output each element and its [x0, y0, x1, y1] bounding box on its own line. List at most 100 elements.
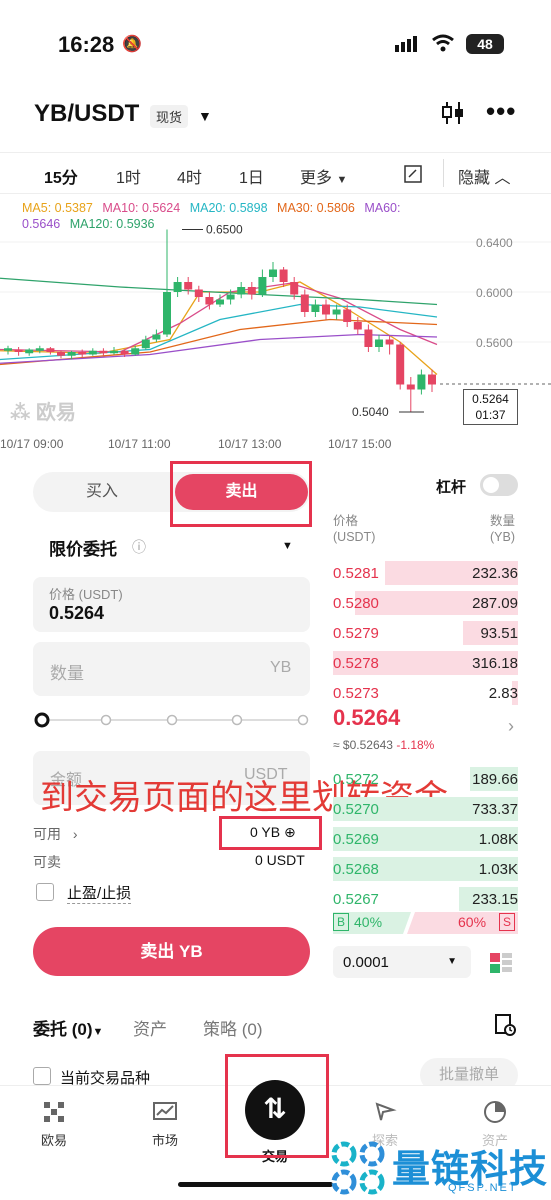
candle-body	[396, 344, 405, 385]
row-qty: 189.66	[472, 771, 518, 788]
info-icon[interactable]: ⓘ	[132, 537, 146, 557]
ob-price-unit: (USDT)	[333, 530, 376, 544]
candle-body	[428, 374, 436, 385]
x-tick-label: 10/17 15:00	[328, 437, 392, 451]
chevron-right-icon[interactable]: ›	[508, 716, 514, 737]
row-price: 0.5281	[333, 565, 379, 582]
tf-1d[interactable]: 1日	[239, 164, 264, 188]
candle-body	[311, 304, 320, 312]
ask-row[interactable]: 0.5279 93.51	[333, 621, 518, 645]
candle-body	[258, 277, 267, 295]
ask-row[interactable]: 0.5281 232.36	[333, 561, 518, 585]
book-layout-icon[interactable]	[489, 951, 513, 975]
candle-body	[25, 349, 34, 354]
last-price: 0.5264	[333, 705, 401, 730]
candle-body	[184, 282, 193, 290]
chevron-up-icon: ︿	[494, 170, 511, 187]
status-time: 16:28	[58, 32, 115, 57]
candle-body	[67, 352, 76, 356]
ma60-label: MA60:	[364, 201, 401, 215]
caret-down-icon: ▼	[92, 1026, 104, 1038]
tpsl-label[interactable]: 止盈/止损	[67, 882, 132, 904]
tab-assets[interactable]: 资产	[133, 1015, 167, 1040]
signal-icon	[395, 36, 417, 52]
nav-market[interactable]: 市场	[125, 1100, 205, 1149]
current-pair-checkbox[interactable]	[33, 1067, 51, 1085]
bid-row[interactable]: 0.5272 189.66	[333, 767, 518, 791]
ask-row[interactable]: 0.5273 2.83	[333, 681, 518, 705]
ma30-label: MA30: 0.5806	[277, 201, 355, 215]
candle-body	[141, 339, 150, 349]
pair-title[interactable]: YB/USDT	[34, 100, 139, 128]
caret-down-icon[interactable]: ▼	[198, 108, 212, 124]
candle-body	[78, 352, 87, 355]
last-price-usd: ≈ $0.52643 -1.18%	[333, 738, 434, 752]
ob-price-header: 价格	[333, 514, 359, 528]
tf-15m[interactable]: 15分	[44, 164, 78, 188]
market-type-badge: 现货	[150, 105, 189, 128]
candle-body	[88, 350, 97, 355]
row-price: 0.5273	[333, 685, 379, 702]
watermark-label: 欧易	[36, 402, 77, 424]
leverage-toggle[interactable]	[480, 474, 518, 496]
bid-row[interactable]: 0.5269 1.08K	[333, 827, 518, 851]
depth-value: 0.0001	[343, 954, 389, 971]
leverage-label: 杠杆	[436, 479, 467, 496]
row-price: 0.5280	[333, 595, 379, 612]
bid-row[interactable]: 0.5267 233.15	[333, 887, 518, 911]
tf-4h[interactable]: 4时	[177, 164, 202, 188]
price-input[interactable]: 0.5264	[49, 603, 104, 624]
x-tick-label: 10/17 11:00	[108, 437, 171, 451]
sellable-value: 0 USDT	[255, 852, 305, 868]
tab-entrust[interactable]: 委托 (0)▼	[33, 1015, 103, 1040]
bid-row[interactable]: 0.5270 733.37	[333, 797, 518, 821]
candle-body	[269, 269, 277, 277]
row-qty: 233.15	[472, 891, 518, 908]
order-history-icon[interactable]	[494, 1014, 516, 1036]
ask-row[interactable]: 0.5280 287.09	[333, 591, 518, 615]
candle-body	[332, 309, 341, 315]
battery-indicator: 48	[466, 34, 504, 54]
y-tick-label: 0.6400	[476, 236, 513, 250]
row-qty: 1.03K	[478, 861, 518, 878]
order-type-select[interactable]: 限价委托	[49, 535, 117, 560]
depth-select[interactable]: 0.0001 ▼	[333, 946, 471, 978]
more-icon[interactable]: •••	[486, 96, 516, 127]
brand-domain: QFSP.NET	[448, 1182, 518, 1194]
tf-1h[interactable]: 1时	[116, 164, 141, 188]
hide-toggle[interactable]: 隐藏 ︿	[458, 164, 510, 188]
ma5-label: MA5: 0.5387	[22, 201, 93, 215]
okx-logo-icon	[44, 1102, 64, 1122]
ask-row[interactable]: 0.5278 316.18	[333, 651, 518, 675]
buy-tab[interactable]: 买入	[33, 472, 171, 512]
low-label: 0.5040	[352, 405, 389, 419]
ma60-value: 0.5646	[22, 217, 61, 231]
divider	[443, 159, 444, 187]
x-tick-label: 10/17 13:00	[218, 437, 282, 451]
tpsl-checkbox[interactable]	[36, 883, 54, 901]
amount-slider[interactable]	[33, 710, 313, 730]
draw-tool-icon[interactable]	[404, 165, 422, 183]
candle-body	[163, 292, 171, 335]
bid-row[interactable]: 0.5268 1.03K	[333, 857, 518, 881]
row-qty: 232.36	[472, 565, 518, 582]
ma-legend: MA5: 0.5387 MA10: 0.5624 MA20: 0.5898 MA…	[22, 201, 401, 215]
caret-down-icon[interactable]: ▼	[282, 540, 293, 552]
tab-strategy[interactable]: 策略 (0)	[203, 1015, 263, 1040]
row-price: 0.5278	[333, 655, 379, 672]
row-qty: 2.83	[488, 685, 518, 702]
candlestick-icon[interactable]	[440, 100, 466, 126]
tf-more[interactable]: 更多 ▼	[300, 164, 347, 188]
pie-icon	[484, 1101, 506, 1123]
available-label[interactable]: 可用 ›	[33, 824, 78, 844]
candle-body	[99, 350, 108, 354]
tab-entrust-label: 委托 (0)	[33, 1020, 93, 1039]
sell-button[interactable]: 卖出 YB	[33, 927, 310, 976]
row-price: 0.5279	[333, 625, 379, 642]
nav-home[interactable]: 欧易	[14, 1100, 94, 1149]
x-tick-label: 10/17 09:00	[0, 437, 64, 451]
home-indicator	[178, 1182, 333, 1187]
row-qty: 287.09	[472, 595, 518, 612]
hide-label: 隐藏	[458, 170, 491, 187]
row-price: 0.5268	[333, 861, 379, 878]
